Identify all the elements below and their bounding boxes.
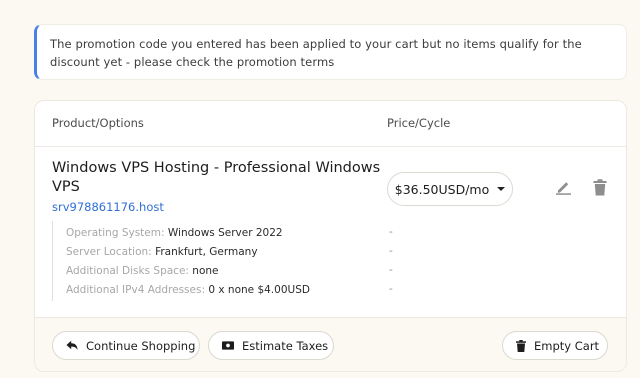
reply-arrow-icon [66,340,78,352]
promotion-alert: The promotion code you entered has been … [34,24,627,80]
money-bill-icon [222,340,234,352]
remove-item-button[interactable] [591,178,609,196]
edit-item-button[interactable] [554,178,572,196]
option-label: Additional IPv4 Addresses: [66,284,205,296]
option-price: - [389,226,393,238]
option-price: - [389,245,393,257]
continue-shopping-button[interactable]: Continue Shopping [52,331,200,360]
option-price: - [389,264,393,276]
option-value: Frankfurt, Germany [155,246,258,258]
empty-cart-button[interactable]: Empty Cart [502,331,608,360]
estimate-taxes-button[interactable]: Estimate Taxes [208,331,334,360]
option-label: Operating System: [66,227,165,239]
pencil-icon [555,182,571,195]
product-hostname-link[interactable]: srv978861176.host [52,200,164,214]
option-additional-disks: Additional Disks Space: none [66,264,219,278]
price-cycle-value: $36.50USD/mo [394,181,490,197]
option-label: Additional Disks Space: [66,265,189,277]
cart-panel: Product/Options Price/Cycle Windows VPS … [34,100,627,372]
option-value: 0 x none $4.00USD [208,284,310,296]
option-value: Windows Server 2022 [167,227,283,239]
price-cycle-header: Price/Cycle [387,116,451,130]
estimate-taxes-label: Estimate Taxes [242,338,329,353]
empty-cart-label: Empty Cart [534,338,600,353]
option-value: none [192,265,219,277]
trash-icon [516,339,526,352]
product-name: Windows VPS Hosting - Professional Windo… [52,160,381,195]
trash-icon [593,178,607,195]
option-operating-system: Operating System: Windows Server 2022 [66,226,283,240]
continue-shopping-label: Continue Shopping [86,338,196,353]
option-price: - [389,283,393,295]
cart-footer: Continue Shopping Estimate Taxes Empty C… [35,317,626,371]
option-label: Server Location: [66,246,152,258]
alert-message: The promotion code you entered has been … [50,37,582,69]
caret-down-icon [497,187,506,191]
product-options-list: Operating System: Windows Server 2022 - … [52,221,612,301]
billing-cycle-dropdown[interactable]: $36.50USD/mo [387,172,513,206]
option-server-location: Server Location: Frankfurt, Germany [66,245,258,259]
product-options-header: Product/Options [52,116,144,130]
cart-header: Product/Options Price/Cycle [35,101,626,147]
option-additional-ipv4: Additional IPv4 Addresses: 0 x none $4.0… [66,283,310,297]
